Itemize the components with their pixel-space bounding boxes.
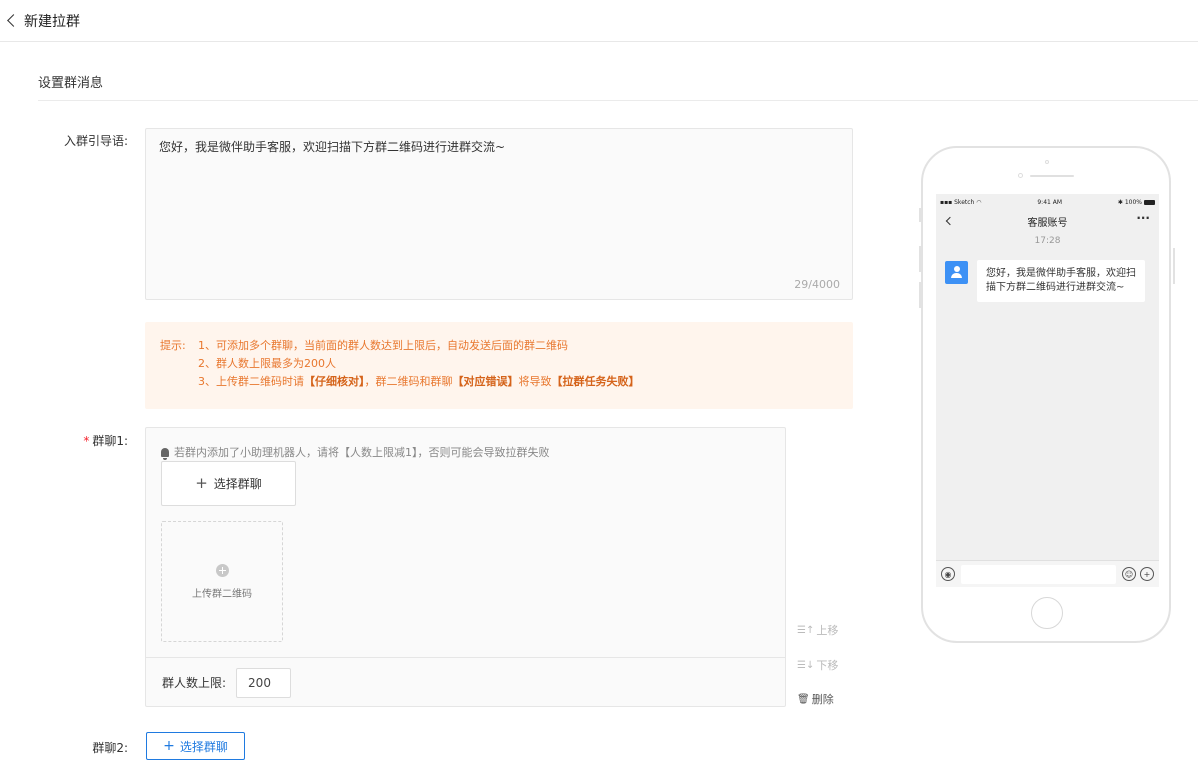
add-circle-icon <box>215 563 229 577</box>
wifi-icon: ◠ <box>976 198 982 206</box>
group1-warning: 若群内添加了小助理机器人，请将【人数上限减1】，否则可能会导致拉群失败 <box>161 444 550 460</box>
status-time: 9:41 AM <box>1037 198 1063 206</box>
user-icon <box>954 266 960 272</box>
avatar <box>945 261 968 284</box>
required-mark: * <box>83 434 90 448</box>
limit-label: 群人数上限: <box>162 676 227 690</box>
back-button[interactable]: 新建拉群 <box>6 11 80 31</box>
phone-preview: ▪▪▪ Sketch ◠ 9:41 AM ✱ 100% 客服账号 ··· 17:… <box>919 146 1175 643</box>
page-title: 新建拉群 <box>24 13 80 30</box>
status-bar: ▪▪▪ Sketch ◠ 9:41 AM ✱ 100% <box>936 194 1159 210</box>
guide-label: 入群引导语: <box>63 134 128 148</box>
emoji-icon: ☺ <box>1122 567 1136 581</box>
group2-select-button[interactable]: + 选择群聊 <box>146 732 245 760</box>
tip-line-3: 3、上传群二维码时请【仔细核对】，群二维码和群聊【对应错误】将导致【拉群任务失败… <box>198 375 640 388</box>
phone-speaker <box>1030 175 1074 177</box>
upload-label: 上传群二维码 <box>192 588 252 600</box>
delete-button[interactable]: 🗑 删除 <box>797 691 834 707</box>
voice-icon: ◉ <box>941 567 955 581</box>
signal-icon: ▪▪▪ <box>940 198 953 206</box>
guide-text: 您好，我是微伴助手客服，欢迎扫描下方群二维码进行进群交流~ <box>159 140 506 154</box>
move-down-button[interactable]: ☰↓ 下移 <box>797 657 838 673</box>
chat-title: 客服账号 <box>1027 217 1068 229</box>
group1-card: 若群内添加了小助理机器人，请将【人数上限减1】，否则可能会导致拉群失败 + 选择… <box>145 427 786 707</box>
bluetooth-icon: ✱ <box>1117 198 1123 206</box>
move-up-icon: ☰↑ <box>797 624 815 636</box>
chat-input <box>961 564 1116 584</box>
plus-icon: + <box>163 738 175 754</box>
section-divider <box>38 100 1198 101</box>
group2-label: 群聊2: <box>92 741 128 755</box>
group1-label: * 群聊1: <box>83 434 128 448</box>
tip-line-2: 2、群人数上限最多为200人 <box>198 357 336 370</box>
char-counter: 29/4000 <box>794 278 840 291</box>
guide-textarea[interactable]: 您好，我是微伴助手客服，欢迎扫描下方群二维码进行进群交流~ 29/4000 <box>145 128 853 300</box>
chat-nav-bar: 客服账号 ··· <box>936 210 1159 232</box>
top-bar: 新建拉群 <box>0 0 1198 42</box>
chevron-left-icon <box>945 216 955 226</box>
group1-select-button[interactable]: + 选择群聊 <box>161 461 296 506</box>
phone-sensor <box>1045 160 1049 164</box>
chevron-left-icon <box>7 14 20 27</box>
plus-circle-icon: + <box>1140 567 1154 581</box>
qr-upload-box[interactable]: 上传群二维码 <box>161 521 283 642</box>
tip-line-1: 1、可添加多个群聊，当前面的群人数达到上限后，自动发送后面的群二维码 <box>198 339 568 352</box>
battery-icon <box>1143 199 1155 205</box>
bell-icon <box>161 447 169 460</box>
more-icon: ··· <box>1136 211 1150 225</box>
trash-icon: 🗑 <box>797 693 810 705</box>
chat-input-bar: ◉ ☺ + <box>936 560 1159 587</box>
chat-timestamp: 17:28 <box>1034 236 1061 246</box>
section-title: 设置群消息 <box>38 76 104 91</box>
message-bubble: 您好，我是微伴助手客服，欢迎扫描下方群二维码进行进群交流~ <box>977 260 1145 302</box>
phone-camera <box>1018 173 1023 178</box>
limit-input[interactable] <box>236 667 292 698</box>
move-down-icon: ☰↓ <box>797 659 815 671</box>
move-up-button[interactable]: ☰↑ 上移 <box>797 622 838 638</box>
tip-prefix: 提示: <box>160 339 186 352</box>
home-button <box>1031 597 1063 629</box>
plus-icon: + <box>195 474 208 492</box>
phone-screen: ▪▪▪ Sketch ◠ 9:41 AM ✱ 100% 客服账号 ··· 17:… <box>936 194 1159 587</box>
limit-row: 群人数上限: <box>146 657 785 707</box>
tip-box: 提示: 1、可添加多个群聊，当前面的群人数达到上限后，自动发送后面的群二维码 2… <box>145 322 853 409</box>
